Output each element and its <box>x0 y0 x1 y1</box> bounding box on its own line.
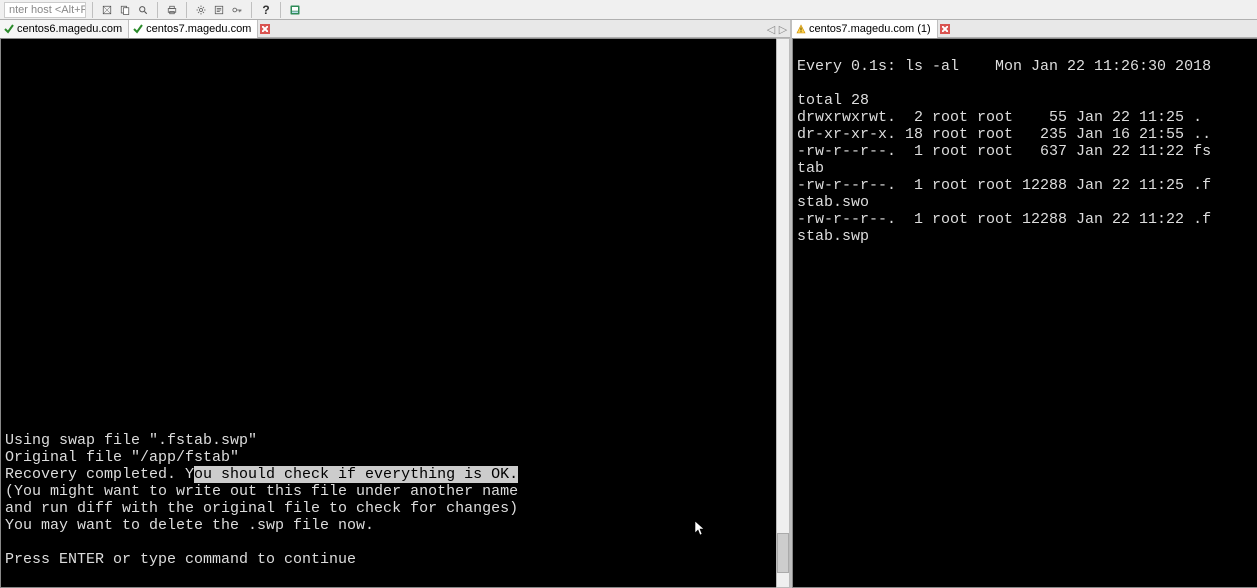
host-input-placeholder: nter host <Alt+R> <box>9 4 86 16</box>
scrollbar-thumb[interactable] <box>777 533 789 573</box>
ls-line: -rw-r--r--. 1 root root 12288 Jan 22 11:… <box>797 211 1211 228</box>
tab-prev-button[interactable]: ◁ <box>766 23 776 36</box>
toolbar-separator <box>251 2 252 18</box>
ls-line: -rw-r--r--. 1 root root 12288 Jan 22 11:… <box>797 177 1211 194</box>
vim-recovery-message: Using swap file ".fstab.swp" Original fi… <box>5 415 772 585</box>
tab-label: centos7.magedu.com (1) <box>809 23 931 35</box>
host-input[interactable]: nter host <Alt+R> <box>4 2 86 18</box>
ls-line: drwxrwxrwt. 2 root root 55 Jan 22 11:25 … <box>797 109 1202 126</box>
vim-selection: ou should check if everything is OK. <box>194 466 518 483</box>
toolbar-separator <box>157 2 158 18</box>
watch-header: Every 0.1s: ls -al Mon Jan 22 11:26:30 2… <box>797 58 1211 75</box>
vim-line: You may want to delete the .swp file now… <box>5 517 374 534</box>
tab-label: centos7.magedu.com <box>146 23 251 35</box>
tab-centos7-1[interactable]: centos7.magedu.com (1) <box>792 20 938 38</box>
tab-close-button[interactable] <box>940 24 950 34</box>
vim-line: Recovery completed. You should check if … <box>5 466 518 483</box>
toolbar-separator <box>186 2 187 18</box>
warn-icon <box>796 24 806 34</box>
left-terminal[interactable]: Using swap file ".fstab.swp" Original fi… <box>0 38 776 588</box>
left-tabbar: centos6.magedu.com centos7.magedu.com ◁ … <box>0 20 790 38</box>
right-pane: centos7.magedu.com (1) Every 0.1s: ls -a… <box>792 20 1257 588</box>
check-icon <box>133 24 143 34</box>
key-icon[interactable] <box>229 2 245 18</box>
copy-icon[interactable] <box>117 2 133 18</box>
print-icon[interactable] <box>164 2 180 18</box>
find-icon[interactable] <box>135 2 151 18</box>
right-terminal-container: Every 0.1s: ls -al Mon Jan 22 11:26:30 2… <box>792 38 1257 588</box>
app-icon[interactable] <box>287 2 303 18</box>
ls-line: tab <box>797 160 824 177</box>
vim-line: Using swap file ".fstab.swp" <box>5 432 257 449</box>
tab-label: centos6.magedu.com <box>17 23 122 35</box>
settings-icon[interactable] <box>193 2 209 18</box>
check-icon <box>4 24 14 34</box>
tab-centos7[interactable]: centos7.magedu.com <box>129 20 258 38</box>
vim-line: (You might want to write out this file u… <box>5 483 518 500</box>
reconnect-icon[interactable] <box>99 2 115 18</box>
right-terminal[interactable]: Every 0.1s: ls -al Mon Jan 22 11:26:30 2… <box>792 38 1257 588</box>
tab-navigation: ◁ ▷ <box>766 20 788 38</box>
left-terminal-container: Using swap file ".fstab.swp" Original fi… <box>0 38 790 588</box>
vim-prompt: Press ENTER or type command to continue <box>5 551 356 568</box>
tab-close-button[interactable] <box>260 24 270 34</box>
app-toolbar: nter host <Alt+R> ? <box>0 0 1257 20</box>
toolbar-separator <box>280 2 281 18</box>
help-icon[interactable]: ? <box>258 2 274 18</box>
vim-line: and run diff with the original file to c… <box>5 500 518 517</box>
ls-line: -rw-r--r--. 1 root root 637 Jan 22 11:22… <box>797 143 1211 160</box>
ls-line: dr-xr-xr-x. 18 root root 235 Jan 16 21:5… <box>797 126 1211 143</box>
toolbar-separator <box>92 2 93 18</box>
tab-next-button[interactable]: ▷ <box>778 23 788 36</box>
ls-line: total 28 <box>797 92 869 109</box>
left-scrollbar[interactable] <box>776 38 790 588</box>
ls-line: stab.swp <box>797 228 869 245</box>
ls-line: stab.swo <box>797 194 869 211</box>
vim-line: Original file "/app/fstab" <box>5 449 239 466</box>
tab-centos6[interactable]: centos6.magedu.com <box>0 20 129 38</box>
watch-output: Every 0.1s: ls -al Mon Jan 22 11:26:30 2… <box>797 58 1253 245</box>
right-tabbar: centos7.magedu.com (1) <box>792 20 1257 38</box>
script-icon[interactable] <box>211 2 227 18</box>
workspace: centos6.magedu.com centos7.magedu.com ◁ … <box>0 20 1257 588</box>
left-pane: centos6.magedu.com centos7.magedu.com ◁ … <box>0 20 792 588</box>
